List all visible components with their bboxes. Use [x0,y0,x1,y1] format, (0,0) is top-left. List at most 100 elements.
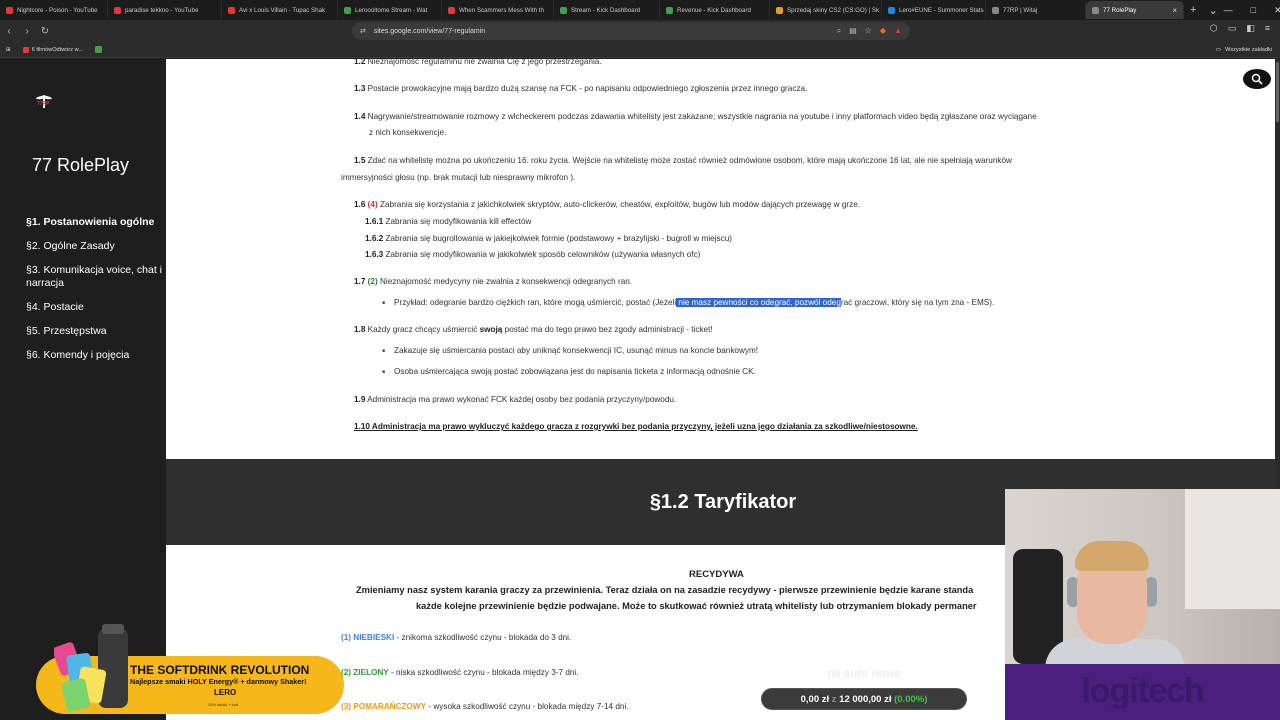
browser-tab[interactable]: paradise tekkno - YouTube [108,1,222,19]
rule-1-6-3: 1.6.3 Zabrania się modyfikowania w jakik… [365,250,701,259]
minimize-button[interactable]: — [1224,5,1233,16]
browser-tab[interactable]: Avi x Louis Villain - Tupac Shak [222,1,338,19]
browser-tab[interactable]: 77 RolePlay × [1086,1,1184,19]
nav-item-postanowienia[interactable]: §1. Postanowienia ogólne [26,216,162,229]
sidebar-toggle-icon[interactable]: ◧ [1246,23,1255,34]
nav-item-przestepstwa[interactable]: §5. Przestępstwa [26,325,162,338]
bookmark-youtube[interactable]: 6 filmówOdtwórz w... [17,46,89,53]
youtube-icon [22,46,29,53]
bookmark-star-icon[interactable]: ☆ [865,26,872,36]
tier-green: (2) ZIELONY - niska szkodliwość czynu - … [341,668,579,677]
nav-item-komunikacja[interactable]: §3. Komunikacja voice, chat i narracja [26,264,162,290]
site-logo-icon[interactable]: 77RP [34,93,54,113]
browser-tab[interactable]: Lero#EUNE - Summoner Stats [882,1,986,19]
tab-label: Stream - Kick Dashboard [571,6,641,14]
rewards-icon[interactable]: ▲ [894,26,902,36]
shaker-product-icon [54,624,128,712]
rule-1-3: 1.3 Postacie prowokacyjne mają bardzo du… [354,84,808,93]
tab-label: 77RP | Witaj [1003,6,1038,14]
brave-shield-icon[interactable]: ◆ [880,26,886,36]
nav-item-komendy[interactable]: §6. Komendy i pojęcia [26,349,162,362]
selected-text[interactable]: nie masz pewności co odegrać, pozwól ode… [676,298,841,307]
search-button[interactable] [1243,69,1271,89]
new-tab-button[interactable]: + [1184,4,1202,16]
apps-grid-icon[interactable]: ⊞ [0,47,17,53]
menu-icon[interactable]: ≡ [1265,23,1270,34]
browser-tab[interactable]: 77RP | Witaj [986,1,1086,19]
forward-icon[interactable]: › [18,26,36,37]
tab-label: Nightcore - Poison - YouTube [17,6,98,14]
browser-tab[interactable]: Nightcore - Poison - YouTube [0,1,108,19]
rule-1-4-cont: z nich konsekwencje. [369,128,447,137]
tab-label: Leroooltome Stream - Wat [355,6,428,14]
site-title[interactable]: 77 RolePlay [32,155,129,176]
goal-label: na auto nowe [827,668,901,680]
logitech-logo: logitech [1081,672,1204,710]
site-info-icon[interactable]: ⇄ [360,27,366,35]
bookmarks-bar: ⊞ 6 filmówOdtwórz w... ▭ Wszystkie zakład… [0,42,1280,58]
tab-favicon-icon [560,6,567,14]
tab-favicon-icon [1092,6,1099,14]
browser-tab[interactable]: Revenue - Kick Dashboard [660,1,770,19]
nav-item-ogolne-zasady[interactable]: §2. Ogólne Zasady [26,240,162,253]
rule-1-6-1: 1.6.1 Zabrania się modyfikowania kill ef… [365,217,532,226]
nav-item-postacie[interactable]: §4. Postacie [26,301,162,314]
tab-favicon-icon [114,6,121,14]
rule-1-6: 1.6 (4) Zabrania się korzystania z jakic… [354,200,861,209]
tab-label: Avi x Louis Villain - Tupac Shak [239,6,326,14]
tier-blue: (1) NIEBIESKI - znikoma szkodliwość czyn… [341,633,572,642]
back-icon[interactable]: ‹ [0,26,18,37]
green-icon [94,46,102,53]
rule-1-10: 1.10 Administracja ma prawo wykluczyć ka… [354,422,918,431]
rule-1-8-a: Zakazuje się uśmiercania postaci aby uni… [382,346,758,355]
rule-1-4: 1.4 Nagrywanie/streamowanie rozmowy z wl… [354,112,1037,121]
bookmark-green[interactable] [89,46,108,53]
search-icon [1251,73,1263,85]
tab-favicon-icon [666,6,673,14]
browser-tab[interactable]: Stream - Kick Dashboard [554,1,660,19]
tab-menu-chevron-icon[interactable]: ⌄ [1202,4,1223,17]
tier-orange: (3) POMARAŃCZOWY - wysoka szkodliwość cz… [341,702,629,711]
tab-bar: Nightcore - Poison - YouTube paradise tek… [0,0,1280,20]
tab-favicon-icon [776,6,783,14]
browser-tab[interactable]: Leroooltome Stream - Wat [338,1,442,19]
tab-favicon-icon [344,6,351,14]
donation-goal: na auto nowe 0,00 zł z 12 000,00 zł (0.0… [761,668,967,714]
reload-icon[interactable]: ↻ [36,26,54,37]
scrollbar-thumb[interactable] [1276,62,1279,122]
tab-label: Sprzedaj skiny CS2 (CS:GO) | Sk [787,6,880,14]
extensions-icon[interactable]: ⬡ [1210,23,1218,34]
reader-icon[interactable]: ▤ [849,26,857,36]
promo-subtitle: Najlepsze smaki HOLY Energy® + darmowy S… [130,677,307,686]
tab-label: Revenue - Kick Dashboard [677,6,751,14]
maximize-button[interactable]: □ [1251,5,1256,16]
browser-tab[interactable]: Sprzedaj skiny CS2 (CS:GO) | Sk [770,1,882,19]
rules-content: 1.2 Nieznajomość regulaminu nie zwalnia … [166,57,1280,459]
window-controls: — □ ✕ [1224,5,1280,16]
zoom-icon[interactable]: ⌕ [837,26,841,36]
all-bookmarks-folder[interactable]: ▭ Wszystkie zakładki [1216,47,1280,53]
address-bar[interactable]: ⇄ sites.google.com/view/77-regulamin ⌕ ▤… [352,22,910,40]
recydywa-para-1: Zmieniamy nasz system karania graczy za … [356,585,974,595]
close-window-button[interactable]: ✕ [1274,5,1280,16]
sidebar-nav: §1. Postanowienia ogólne §2. Ogólne Zasa… [26,216,162,373]
url-text: sites.google.com/view/77-regulamin [373,27,486,35]
rule-1-5: 1.5 Zdać na whitelistę można po ukończen… [354,156,1012,165]
rule-1-2: 1.2 Nieznajomość regulaminu nie zwalnia … [354,57,602,66]
svg-text:77RP: 77RP [37,101,50,107]
rule-1-9: 1.9 Administracja ma prawo wykonać FCK k… [354,395,677,404]
rule-1-7: 1.7 (2) Nieznajomość medycyny nie zwalni… [354,277,633,286]
tab-label: paradise tekkno - YouTube [125,6,199,14]
recydywa-heading: RECYDYWA [689,569,744,580]
rule-1-8-b: Osoba uśmiercająca swoją postać zobowiąz… [382,367,756,376]
wallet-icon[interactable]: ▭ [1228,23,1237,34]
tab-label: 77 RolePlay [1103,6,1137,14]
browser-tab[interactable]: When Scammers Mess With th [442,1,554,19]
sponsor-banner: THE SOFTDRINK REVOLUTION Najlepsze smaki… [36,620,344,714]
promo-fineprint: 10% zniżki + kod [208,702,239,707]
goal-progress: 0,00 zł z 12 000,00 zł (0.00%) [761,688,967,710]
tab-label: When Scammers Mess With th [459,6,544,14]
recydywa-para-2: każde kolejne przewinienie będzie podwaj… [416,601,977,611]
folder-icon: ▭ [1215,46,1222,53]
tab-close-icon[interactable]: × [1172,6,1177,15]
